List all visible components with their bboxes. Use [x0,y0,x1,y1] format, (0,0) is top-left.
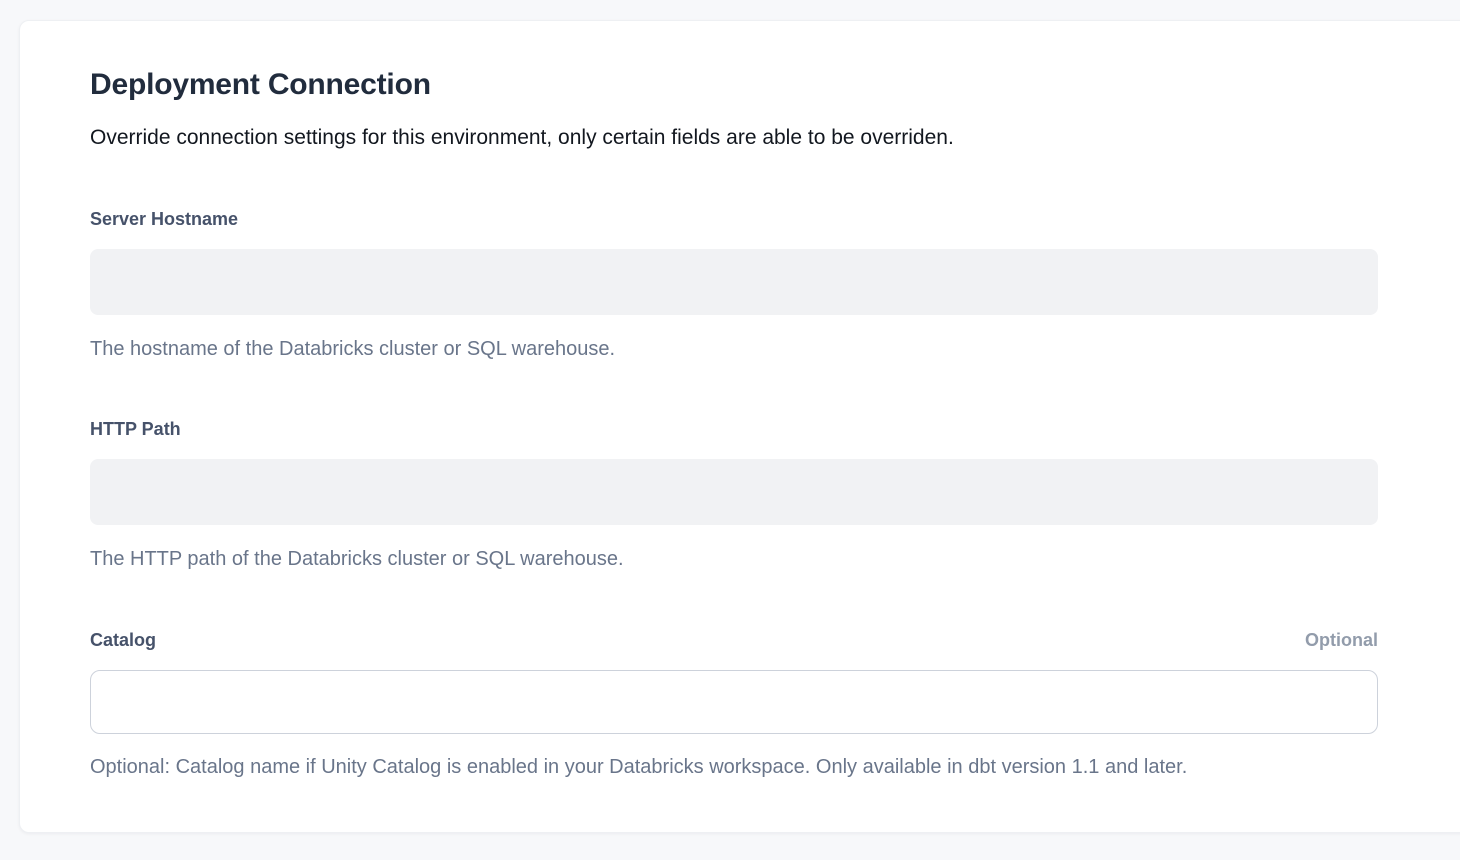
catalog-helper: Optional: Catalog name if Unity Catalog … [90,754,1378,780]
http-path-helper: The HTTP path of the Databricks cluster … [90,546,1378,572]
http-path-field: HTTP Path The HTTP path of the Databrick… [90,419,1378,572]
server-hostname-field: Server Hostname The hostname of the Data… [90,209,1378,362]
page-subtitle: Override connection settings for this en… [90,124,1379,152]
catalog-input[interactable] [90,670,1378,734]
catalog-label: Catalog [90,630,156,651]
server-hostname-helper: The hostname of the Databricks cluster o… [90,336,1378,362]
catalog-field: Catalog Optional Optional: Catalog name … [90,630,1378,780]
deployment-connection-card: Deployment Connection Override connectio… [19,20,1460,833]
catalog-optional-tag: Optional [1305,630,1378,651]
http-path-label: HTTP Path [90,419,181,440]
server-hostname-input [90,249,1378,315]
deployment-connection-page: Deployment Connection Override connectio… [0,0,1460,860]
http-path-input [90,459,1378,525]
page-title: Deployment Connection [90,66,1379,104]
server-hostname-label: Server Hostname [90,209,238,230]
